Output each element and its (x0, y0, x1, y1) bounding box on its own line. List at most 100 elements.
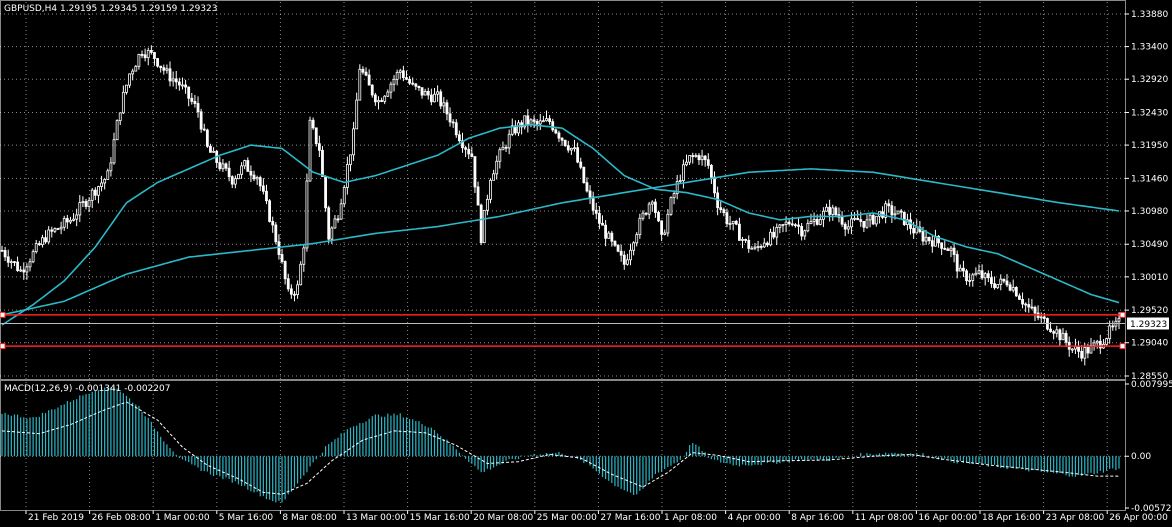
candle[interactable] (168, 61, 172, 87)
candle[interactable] (663, 229, 667, 236)
candle[interactable] (485, 194, 489, 216)
candle[interactable] (741, 237, 744, 249)
candle[interactable] (529, 118, 533, 128)
candle[interactable] (622, 250, 626, 270)
candle[interactable] (395, 69, 399, 86)
candle[interactable] (345, 156, 349, 195)
candle[interactable] (644, 212, 648, 216)
candle[interactable] (871, 213, 875, 226)
candle[interactable] (722, 207, 726, 217)
candle[interactable] (75, 208, 79, 227)
candle[interactable] (405, 70, 408, 81)
candle[interactable] (373, 92, 377, 106)
candle[interactable] (215, 149, 219, 168)
candle[interactable] (576, 142, 580, 164)
candle[interactable] (358, 64, 362, 101)
candle[interactable] (1046, 317, 1049, 331)
candle[interactable] (607, 230, 611, 239)
candle[interactable] (641, 210, 645, 221)
candle[interactable] (246, 157, 250, 172)
candle[interactable] (507, 129, 511, 155)
candle[interactable] (212, 147, 215, 153)
candle[interactable] (738, 217, 741, 241)
candle[interactable] (265, 184, 268, 205)
candle[interactable] (336, 214, 340, 223)
candle[interactable] (1095, 339, 1099, 349)
candle[interactable] (766, 241, 769, 248)
candle[interactable] (834, 206, 838, 217)
candle[interactable] (249, 165, 253, 183)
candle[interactable] (439, 89, 443, 110)
candle[interactable] (934, 229, 937, 247)
candle[interactable] (240, 162, 243, 179)
candle[interactable] (812, 212, 816, 227)
candle[interactable] (1064, 330, 1068, 347)
candle[interactable] (159, 65, 163, 73)
candle[interactable] (678, 174, 682, 184)
candle[interactable] (333, 214, 337, 229)
candle[interactable] (501, 141, 505, 151)
candle[interactable] (650, 200, 654, 212)
candle[interactable] (296, 280, 299, 299)
candle[interactable] (280, 248, 284, 264)
candle[interactable] (682, 159, 685, 189)
candle[interactable] (710, 163, 713, 184)
candle[interactable] (955, 250, 959, 279)
candle[interactable] (996, 284, 1000, 290)
candle[interactable] (843, 222, 847, 237)
candle[interactable] (448, 107, 452, 127)
candle[interactable] (1061, 327, 1065, 341)
candle[interactable] (112, 132, 116, 165)
candle[interactable] (41, 234, 44, 248)
candle[interactable] (81, 196, 85, 208)
candle[interactable] (165, 64, 169, 74)
candle[interactable] (890, 200, 894, 223)
candle[interactable] (557, 130, 561, 143)
candle[interactable] (327, 205, 331, 244)
candle[interactable] (616, 244, 620, 253)
candle[interactable] (467, 143, 471, 160)
candle[interactable] (980, 264, 984, 281)
candle[interactable] (299, 261, 303, 286)
candle[interactable] (1080, 345, 1084, 362)
candle[interactable] (566, 140, 570, 153)
level-handle[interactable] (0, 343, 6, 350)
candle[interactable] (93, 187, 97, 201)
candle[interactable] (1055, 325, 1059, 338)
candle[interactable] (520, 120, 524, 135)
candle[interactable] (825, 203, 828, 212)
candle[interactable] (174, 70, 178, 90)
candle[interactable] (205, 128, 209, 148)
candle[interactable] (775, 223, 779, 246)
candle[interactable] (582, 166, 586, 184)
candle[interactable] (255, 175, 259, 185)
candle[interactable] (604, 220, 608, 247)
candle[interactable] (977, 264, 981, 275)
candle[interactable] (588, 185, 592, 205)
candle[interactable] (569, 147, 573, 155)
candle[interactable] (37, 240, 41, 246)
candle[interactable] (1108, 320, 1112, 344)
candle[interactable] (16, 256, 19, 272)
candle[interactable] (803, 229, 807, 240)
candle[interactable] (828, 199, 832, 222)
candle[interactable] (638, 213, 642, 239)
candle[interactable] (473, 156, 477, 193)
level-handle[interactable] (1119, 311, 1126, 318)
candle[interactable] (666, 209, 670, 237)
candle[interactable] (706, 153, 710, 169)
candle[interactable] (498, 147, 502, 169)
candle[interactable] (230, 175, 234, 189)
candle[interactable] (756, 240, 760, 252)
macd-pane[interactable] (1, 386, 1120, 503)
candle[interactable] (632, 241, 636, 256)
candle[interactable] (171, 71, 175, 87)
candle[interactable] (62, 215, 66, 231)
candle[interactable] (762, 238, 766, 248)
candle[interactable] (87, 197, 91, 213)
candle[interactable] (464, 145, 468, 158)
candle[interactable] (601, 215, 604, 226)
candle[interactable] (899, 208, 903, 219)
candle[interactable] (258, 175, 262, 192)
candle[interactable] (364, 67, 368, 77)
